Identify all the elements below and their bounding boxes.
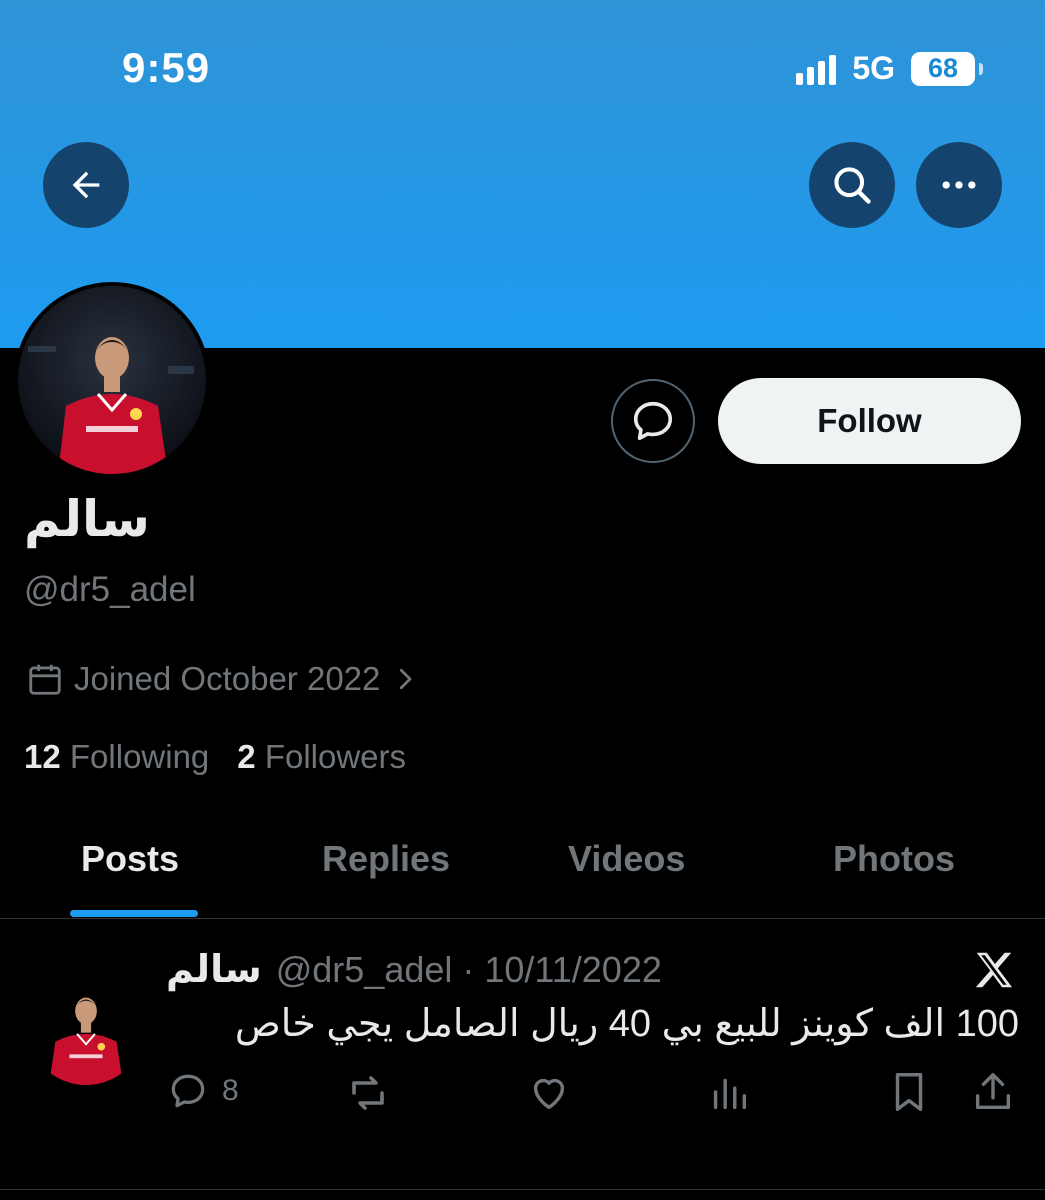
post-actions: 8 [0,1069,1045,1119]
profile-handle: @dr5_adel [24,570,196,609]
search-icon [834,167,871,204]
following-label: Following [69,738,210,775]
more-button[interactable] [916,142,1002,228]
network-type: 5G [852,50,895,86]
message-button[interactable] [611,379,695,463]
reply-count: 8 [222,1074,239,1107]
search-button[interactable] [809,142,895,228]
arrow-left-icon [72,171,100,199]
profile-tabs: Posts Replies Videos Photos [0,820,1045,919]
like-icon [533,1078,565,1110]
back-button[interactable] [43,142,129,228]
like-button[interactable] [526,1069,572,1115]
battery-level: 68 [927,53,959,83]
post-meta: @dr5_adel · 10/11/2022 [275,949,662,990]
message-bubble-icon [633,401,673,441]
avatar-image [26,965,146,1085]
active-tab-indicator [70,910,198,917]
views-button[interactable] [706,1069,752,1115]
battery-icon: 68 [911,51,983,86]
tab-posts[interactable]: Posts [81,838,179,880]
tab-videos[interactable]: Videos [568,838,685,880]
repost-button[interactable] [344,1069,392,1117]
post-header: سالم @dr5_adel · 10/11/2022 [166,947,662,992]
followers-label: Followers [264,738,407,775]
repost-icon [352,1076,384,1110]
post-text: 100 الف كوينز للبيع بي 40 ريال الصامل يج… [234,1003,1019,1045]
more-horizontal-icon [942,181,976,189]
post-author-name[interactable]: سالم [166,947,262,992]
profile-avatar[interactable] [14,282,210,478]
follow-stats: 12 Following 2 Followers [24,738,406,776]
share-button[interactable] [970,1069,1016,1115]
tab-photos[interactable]: Photos [833,838,955,880]
post-item[interactable]: سالم @dr5_adel · 10/11/2022 100 الف كوين… [0,919,1045,1190]
chevron-right-icon [400,668,412,690]
post-avatar[interactable] [26,965,146,1085]
signal-icon [796,53,837,85]
profile-display-name: سالم [24,491,150,547]
joined-date: Joined October 2022 [74,660,381,697]
following-link[interactable]: 12 Following [24,738,209,776]
x-logo-icon [971,947,1017,998]
followers-link[interactable]: 2 Followers [237,738,406,776]
following-count: 12 [24,738,61,775]
share-icon [975,1073,1011,1110]
avatar-image [18,286,206,474]
bookmark-icon [895,1073,923,1111]
tab-replies[interactable]: Replies [322,838,450,880]
followers-count: 2 [237,738,256,775]
follow-button[interactable]: Follow [718,378,1021,464]
calendar-icon [29,664,61,695]
bookmark-button[interactable] [886,1069,932,1115]
status-indicators: 5G 68 [796,50,983,87]
reply-icon [171,1074,205,1108]
views-icon [713,1078,747,1110]
joined-date-row[interactable]: Joined October 2022 [26,660,420,698]
status-time: 9:59 [122,44,211,91]
reply-button[interactable]: 8 [166,1069,239,1113]
